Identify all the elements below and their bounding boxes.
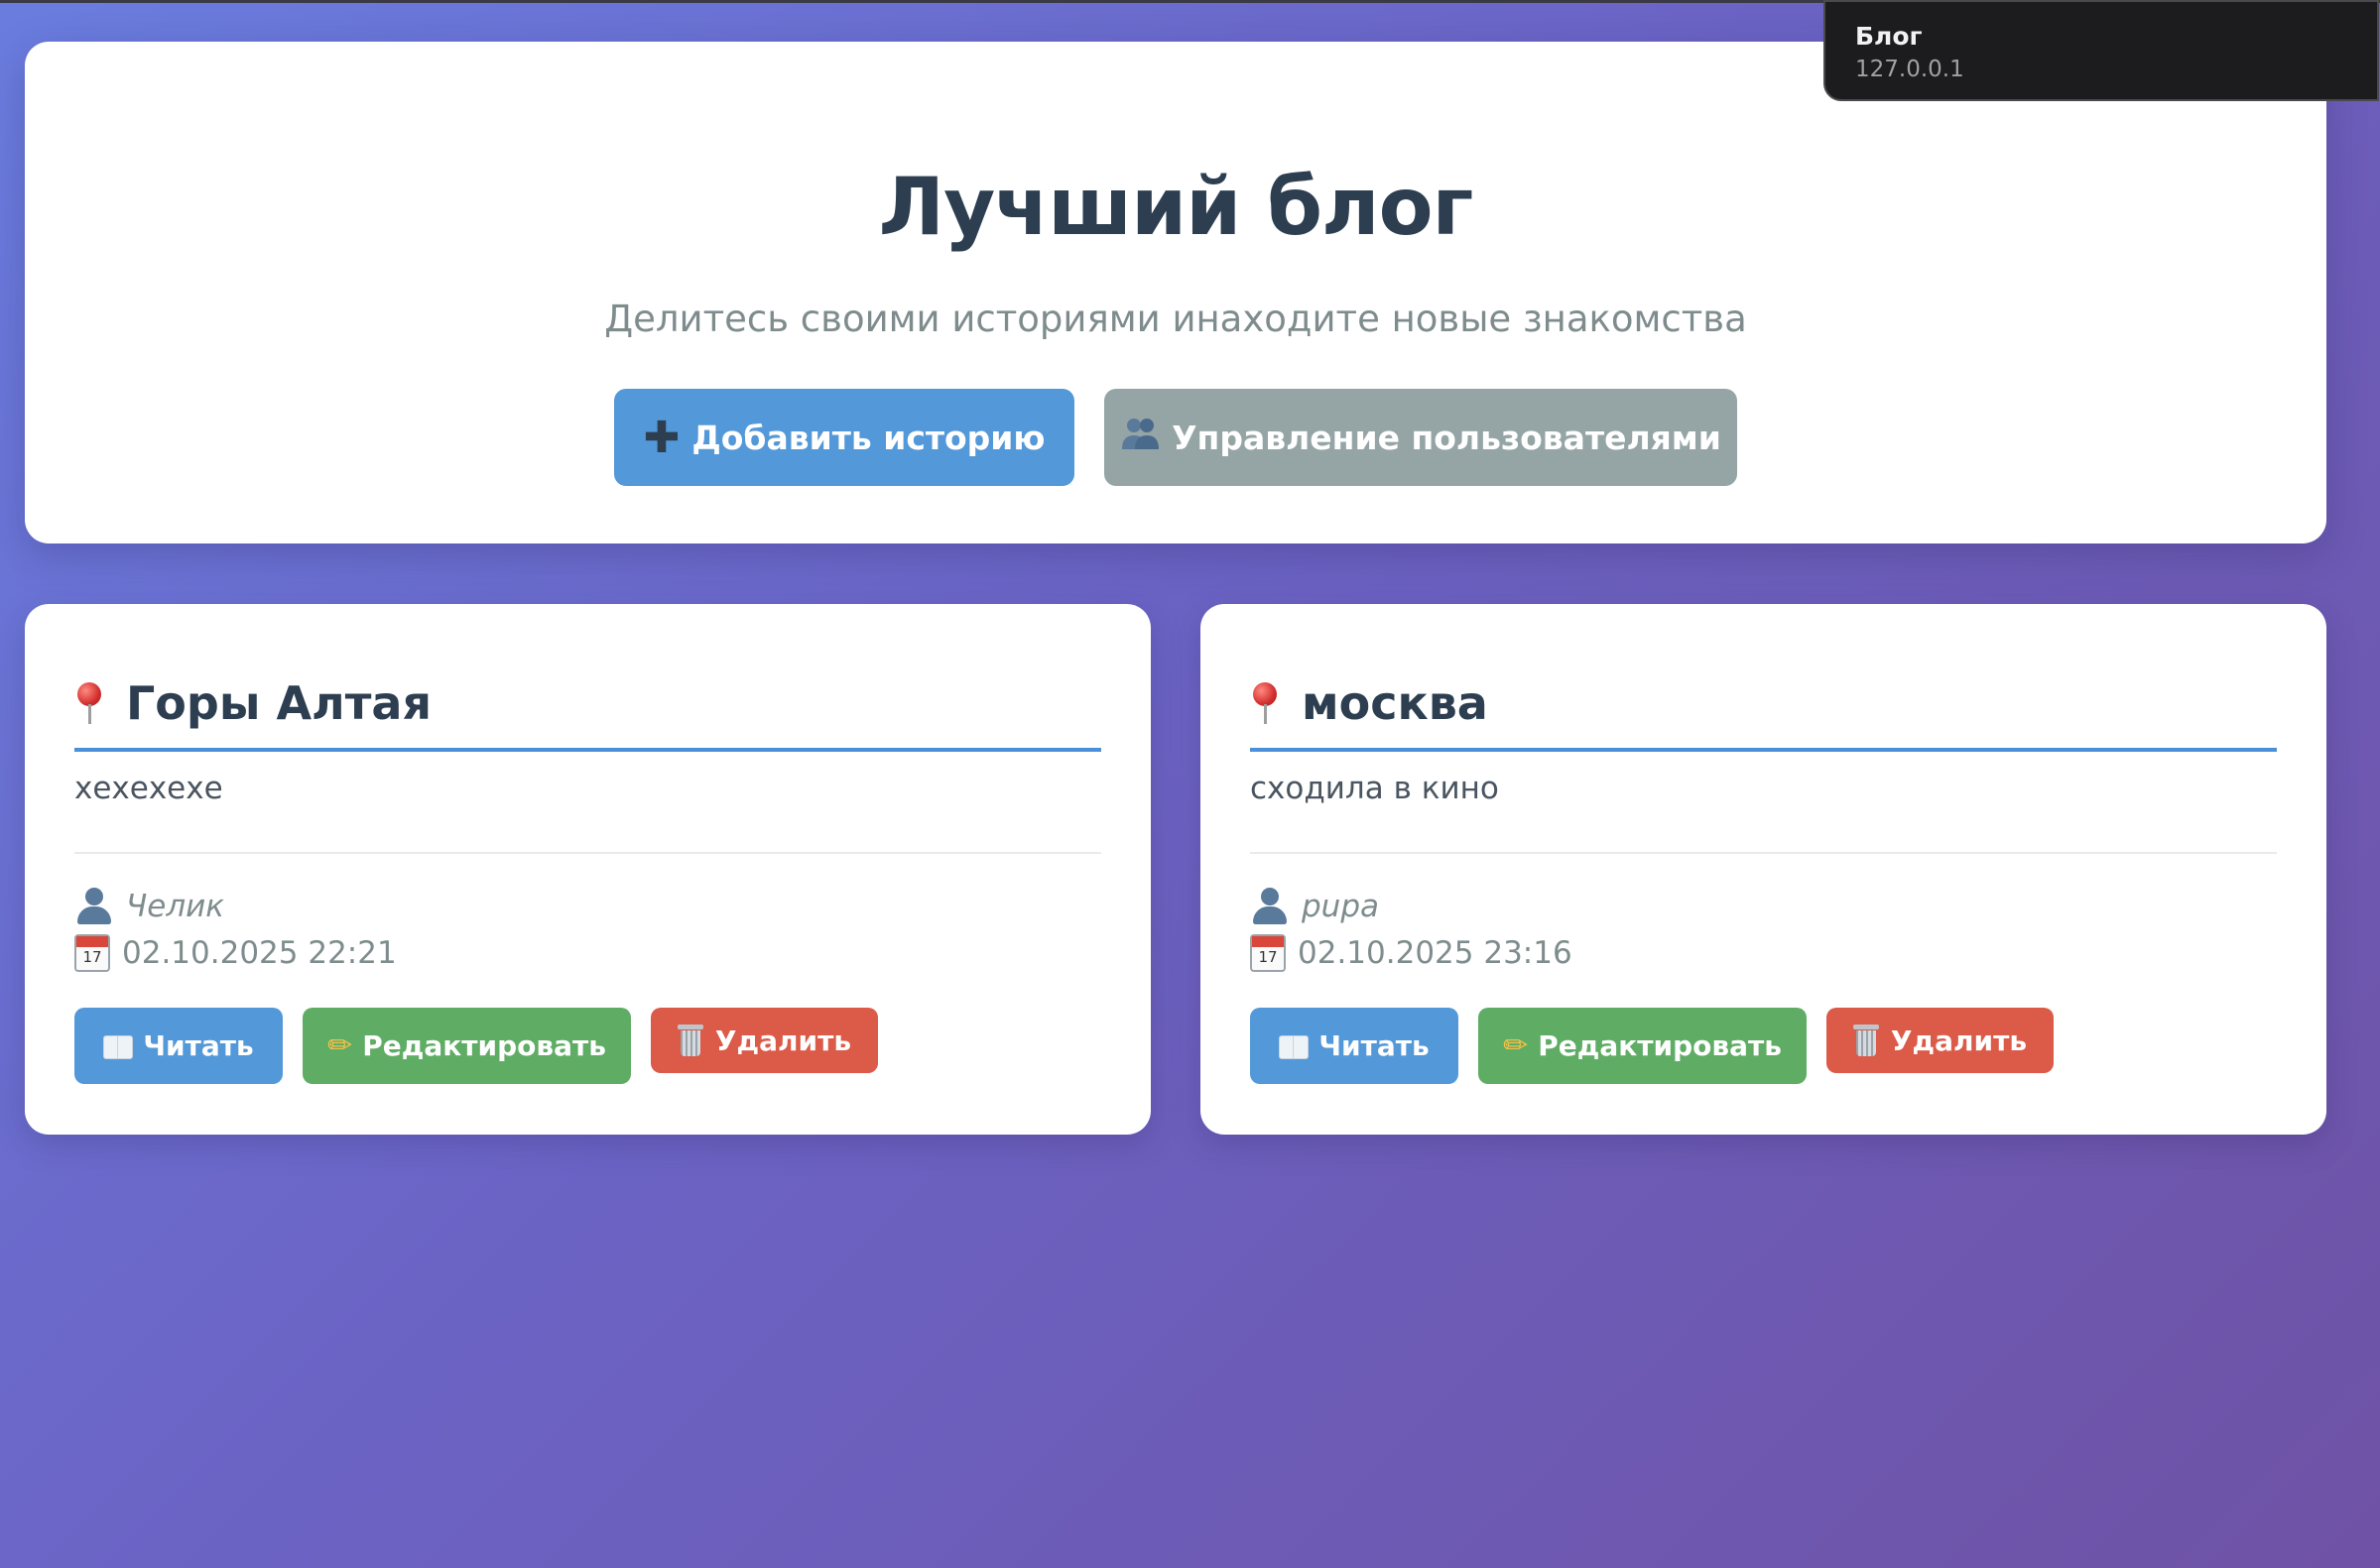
story-excerpt: сходила в кино [1250,771,1499,806]
delete-button[interactable]: Удалить [1826,1008,2054,1073]
edit-label: Редактировать [1538,1029,1782,1062]
tooltip-title: Блог [1855,22,1923,51]
pin-icon [1250,680,1280,726]
header-actions: ✚ Добавить историю Управление пользовате… [25,389,2326,486]
pin-icon [74,680,104,726]
tab-tooltip: Блог 127.0.0.1 [1823,0,2379,101]
date-text: 02.10.2025 22:21 [122,935,397,971]
edit-button[interactable]: ✏ Редактировать [303,1008,631,1084]
pencil-icon: ✏ [327,1028,353,1063]
author-name: pupa [1302,889,1379,924]
story-actions: Читать ✏ Редактировать Удалить [1250,1008,2054,1084]
header-card: Лучший блог Делитесь своими историями ин… [25,42,2326,543]
story-title[interactable]: москва [1250,659,2277,752]
calendar-icon: 17 [1250,934,1286,972]
tooltip-url: 127.0.0.1 [1855,57,1964,82]
pencil-icon: ✏ [1503,1028,1529,1063]
read-button[interactable]: Читать [74,1008,283,1084]
divider [74,852,1101,854]
delete-label: Удалить [714,1024,852,1057]
story-author: pupa [1250,887,1379,926]
plus-icon: ✚ [643,412,681,463]
story-actions: Читать ✏ Редактировать Удалить [74,1008,878,1084]
read-button[interactable]: Читать [1250,1008,1458,1084]
book-icon [103,1034,134,1059]
user-icon [74,887,114,926]
read-label: Читать [143,1029,254,1062]
delete-button[interactable]: Удалить [651,1008,878,1073]
add-story-button[interactable]: ✚ Добавить историю [614,389,1074,486]
add-story-label: Добавить историю [691,418,1046,457]
delete-label: Удалить [1890,1024,2028,1057]
calendar-icon: 17 [74,934,110,972]
story-title-text: Горы Алтая [126,676,432,730]
story-excerpt: хехехехе [74,771,223,806]
trash-icon [677,1025,703,1056]
story-date: 17 02.10.2025 22:21 [74,934,397,972]
trash-icon [1852,1025,1879,1056]
page-title: Лучший блог [878,161,1474,253]
read-label: Читать [1318,1029,1430,1062]
edit-label: Редактировать [362,1029,606,1062]
story-card: москва сходила в кино pupa 17 02.10.2025… [1200,604,2326,1135]
manage-users-button[interactable]: Управление пользователями [1104,389,1737,486]
date-text: 02.10.2025 23:16 [1298,935,1572,971]
users-icon [1120,416,1160,459]
manage-users-label: Управление пользователями [1172,418,1721,457]
story-author: Челик [74,887,224,926]
edit-button[interactable]: ✏ Редактировать [1478,1008,1807,1084]
story-title-text: москва [1302,676,1488,730]
story-title[interactable]: Горы Алтая [74,659,1101,752]
book-icon [1279,1034,1310,1059]
story-date: 17 02.10.2025 23:16 [1250,934,1572,972]
user-icon [1250,887,1290,926]
story-card: Горы Алтая хехехехе Челик 17 02.10.2025 … [25,604,1151,1135]
author-name: Челик [126,889,225,924]
page-subtitle: Делитесь своими историями инаходите новы… [604,298,1747,340]
divider [1250,852,2277,854]
